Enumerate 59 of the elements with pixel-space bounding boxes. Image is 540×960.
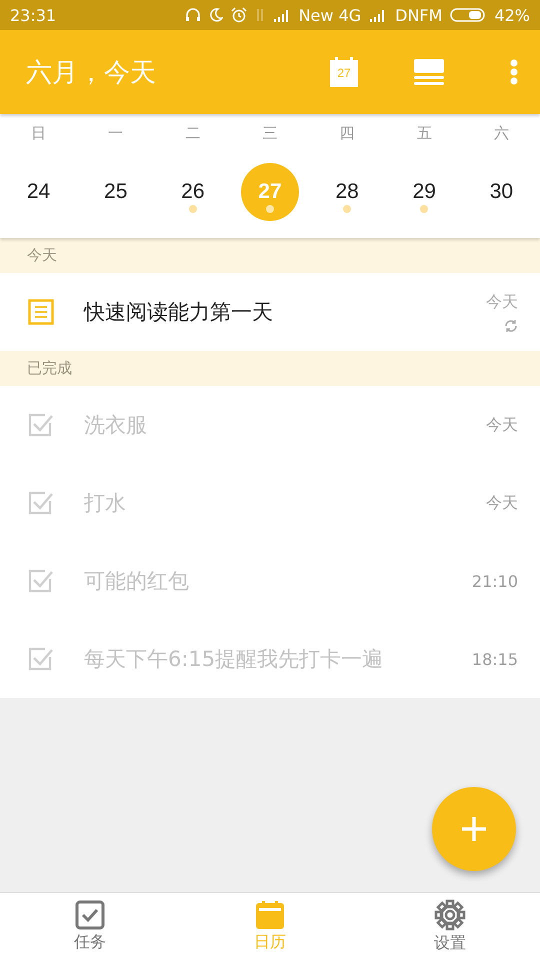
checkbox[interactable] [28,490,54,516]
weekday-label: 二 [185,124,200,143]
task-row[interactable]: 洗衣服 今天 [0,386,540,464]
headset-icon [184,7,201,23]
plus-icon [461,816,487,842]
task-title: 可能的红包 [84,568,190,595]
checkbox[interactable] [28,412,54,438]
settings-icon [434,899,466,931]
alarm-icon [230,7,247,23]
checkbox[interactable] [28,568,54,594]
task-dot [343,205,352,213]
weekday-label: 五 [416,124,432,143]
task-dot [188,205,197,213]
task-time: 今天 [486,292,518,312]
task-dot [420,205,428,213]
task-row[interactable]: 快速阅读能力第一天 今天 [0,273,540,351]
task-row[interactable]: 打水 今天 [0,464,540,542]
weekday-label: 四 [340,124,355,143]
more-icon[interactable] [510,59,518,85]
checkbox[interactable] [28,646,54,672]
date-cell[interactable]: 30 [472,163,530,221]
date-cell[interactable]: 26 [164,163,222,221]
task-title: 每天下午6:15提醒我先打卡一遍 [84,646,384,673]
task-time: 今天 [486,492,518,514]
weekday-label: 三 [262,124,278,143]
network-type: New 4G [298,6,362,24]
date-cell[interactable]: 28 [318,163,376,221]
battery-percent: 42% [494,6,530,24]
date-cell[interactable]: 29 [395,163,454,221]
task-row[interactable]: 每天下午6:15提醒我先打卡一遍 18:15 [0,620,540,698]
section-header: 今天 [0,238,540,273]
section-header: 已完成 [0,351,540,386]
battery-icon [450,7,486,23]
weekday-label: 六 [494,124,509,143]
task-title: 打水 [84,490,127,517]
weekday-label: 一 [108,124,124,143]
date-cell[interactable]: 25 [86,163,145,221]
checkbox-icon [75,900,105,930]
weekday-label: 日 [31,124,46,143]
date-cell[interactable]: 24 [10,163,68,221]
task-title: 快速阅读能力第一天 [84,299,274,326]
nav-tab[interactable]: 任务 [0,893,180,960]
carrier-name: DNFM [395,6,442,24]
data-arrows-icon [254,8,265,22]
calendar-icon [255,900,285,930]
app-title: 六月，今天 [26,56,157,90]
nav-tab[interactable]: 设置 [360,893,540,960]
task-time: 今天 [486,414,518,436]
view-toggle-icon[interactable] [414,59,444,85]
add-button[interactable] [432,787,516,871]
task-row[interactable]: 可能的红包 21:10 [0,542,540,620]
note-icon [28,299,54,325]
signal-icon [272,8,291,22]
moon-icon [208,8,223,22]
task-time: 21:10 [472,572,518,590]
task-title: 洗衣服 [84,412,148,439]
task-dot [266,205,274,213]
clock: 23:31 [10,6,56,24]
task-time: 18:15 [472,650,518,668]
